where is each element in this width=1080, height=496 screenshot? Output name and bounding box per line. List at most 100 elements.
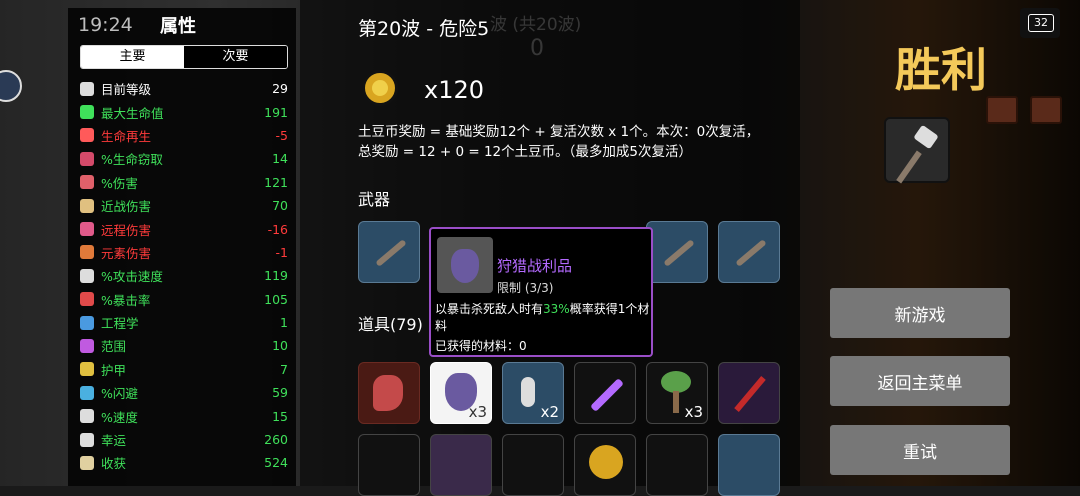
background-wave-text: 波 (共20波) xyxy=(490,15,582,35)
item-slot[interactable] xyxy=(574,362,636,424)
stat-icon xyxy=(80,409,94,424)
item-slot[interactable] xyxy=(502,434,564,496)
tree-trunk xyxy=(673,391,679,413)
item-slot[interactable] xyxy=(718,434,780,496)
stat-label: %生命窃取 xyxy=(101,152,163,168)
tooltip-desc-chance: 33% xyxy=(543,302,570,316)
stat-value: 7 xyxy=(280,361,288,377)
stat-row: 范围 10 xyxy=(80,334,288,357)
stat-row: 护甲 7 xyxy=(80,358,288,381)
stat-label: 远程伤害 xyxy=(101,222,152,238)
battery-badge: 32 xyxy=(1020,8,1060,38)
axe-head xyxy=(913,124,939,150)
stat-row: 元素伤害 -1 xyxy=(80,241,288,264)
stat-value: 105 xyxy=(264,291,288,307)
item-slot[interactable] xyxy=(358,434,420,496)
stat-icon xyxy=(80,455,94,470)
item-slot[interactable] xyxy=(358,362,420,424)
victory-title: 胜利 xyxy=(895,43,987,97)
claw-mark-icon xyxy=(734,375,766,413)
item-qty: x2 xyxy=(540,403,559,421)
left-hud xyxy=(0,0,40,486)
stat-row: 远程伤害 -16 xyxy=(80,217,288,240)
item-slot-selected[interactable]: x3 xyxy=(430,362,492,424)
stat-icon xyxy=(80,151,94,166)
item-slot[interactable] xyxy=(574,434,636,496)
stat-row: %伤害 121 xyxy=(80,171,288,194)
weapon-slot[interactable] xyxy=(358,221,420,283)
stat-label: 生命再生 xyxy=(101,128,152,144)
item-slot[interactable] xyxy=(430,434,492,496)
axe-icon xyxy=(896,150,922,184)
stats-list: 目前等级 29 最大生命值 191 生命再生 -5 %生命窃取 14 %伤害 121 近战伤害 70 远… xyxy=(80,77,288,475)
tooltip-description: 以暴击杀死敌人时有33%概率获得1个材料 xyxy=(435,301,651,335)
item-qty: x3 xyxy=(684,403,703,421)
stick-icon xyxy=(375,239,407,267)
stat-icon xyxy=(80,315,94,330)
tab-secondary[interactable]: 次要 xyxy=(184,46,287,68)
stat-value: 260 xyxy=(264,432,288,448)
tab-primary[interactable]: 主要 xyxy=(81,46,184,68)
stat-label: %伤害 xyxy=(101,175,138,191)
stat-label: 目前等级 xyxy=(101,82,152,98)
stat-value: 1 xyxy=(280,315,288,331)
stat-icon xyxy=(80,292,94,307)
stat-icon xyxy=(80,338,94,353)
weapon-slot[interactable] xyxy=(646,221,708,283)
tooltip-obtained: 已获得的材料：0 xyxy=(435,339,527,353)
stat-icon xyxy=(80,245,94,260)
player-portrait-icon xyxy=(0,70,22,102)
syringe-icon xyxy=(590,378,624,412)
coin-count: x120 xyxy=(424,76,485,104)
stat-value: 29 xyxy=(272,81,288,97)
stat-value: 524 xyxy=(264,455,288,471)
stat-label: %闪避 xyxy=(101,386,138,402)
stat-icon xyxy=(80,432,94,447)
background-zero-text: 0 xyxy=(530,36,544,61)
stat-value: 59 xyxy=(272,385,288,401)
new-game-button[interactable]: 新游戏 xyxy=(830,288,1010,338)
stat-value: 15 xyxy=(272,408,288,424)
stat-label: 幸运 xyxy=(101,433,127,449)
stat-icon xyxy=(80,268,94,283)
stat-row: 目前等级 29 xyxy=(80,77,288,100)
stomach-icon xyxy=(373,375,403,411)
hunting-trophy-icon xyxy=(437,237,493,293)
stat-label: 工程学 xyxy=(101,316,139,332)
item-slot[interactable] xyxy=(718,362,780,424)
stat-label: 最大生命值 xyxy=(101,105,164,121)
weapon-slot[interactable] xyxy=(718,221,780,283)
item-slot[interactable]: x2 xyxy=(502,362,564,424)
stat-row: 工程学 1 xyxy=(80,311,288,334)
coin-item-icon xyxy=(589,445,623,479)
stat-icon xyxy=(80,128,94,143)
stat-value: -5 xyxy=(275,127,288,143)
item-qty: x3 xyxy=(468,403,487,421)
reward-line-1: 土豆币奖励 = 基础奖励12个 + 复活次数 x 1个。本次：0次复活， xyxy=(358,124,760,140)
stat-row: %速度 15 xyxy=(80,404,288,427)
stat-icon xyxy=(80,222,94,237)
stats-tabs: 主要 次要 xyxy=(80,45,288,69)
stat-value: 14 xyxy=(272,151,288,167)
stat-icon xyxy=(80,385,94,400)
item-tooltip: 狩猎战利品 限制 (3/3) 以暴击杀死敌人时有33%概率获得1个材料 已获得的… xyxy=(429,227,653,357)
potato-coin-icon xyxy=(362,70,398,106)
item-slot[interactable]: x3 xyxy=(646,362,708,424)
stat-row: %闪避 59 xyxy=(80,381,288,404)
stat-value: -1 xyxy=(275,244,288,260)
chest-icon xyxy=(986,96,1018,124)
main-menu-button[interactable]: 返回主菜单 xyxy=(830,356,1010,406)
item-slot[interactable] xyxy=(646,434,708,496)
clock: 19:24 xyxy=(78,14,133,36)
trophy-skull xyxy=(451,249,479,283)
tree-icon xyxy=(661,371,691,393)
items-heading: 道具(79) xyxy=(358,315,423,334)
weapons-heading: 武器 xyxy=(358,190,391,209)
stick-icon xyxy=(735,239,767,267)
retry-button[interactable]: 重试 xyxy=(830,425,1010,475)
character-weapon-slot xyxy=(884,117,950,184)
tooltip-limit: 限制 (3/3) xyxy=(497,281,554,295)
stat-value: -16 xyxy=(267,221,288,237)
chest-icon xyxy=(1030,96,1062,124)
stick-icon xyxy=(663,239,695,267)
